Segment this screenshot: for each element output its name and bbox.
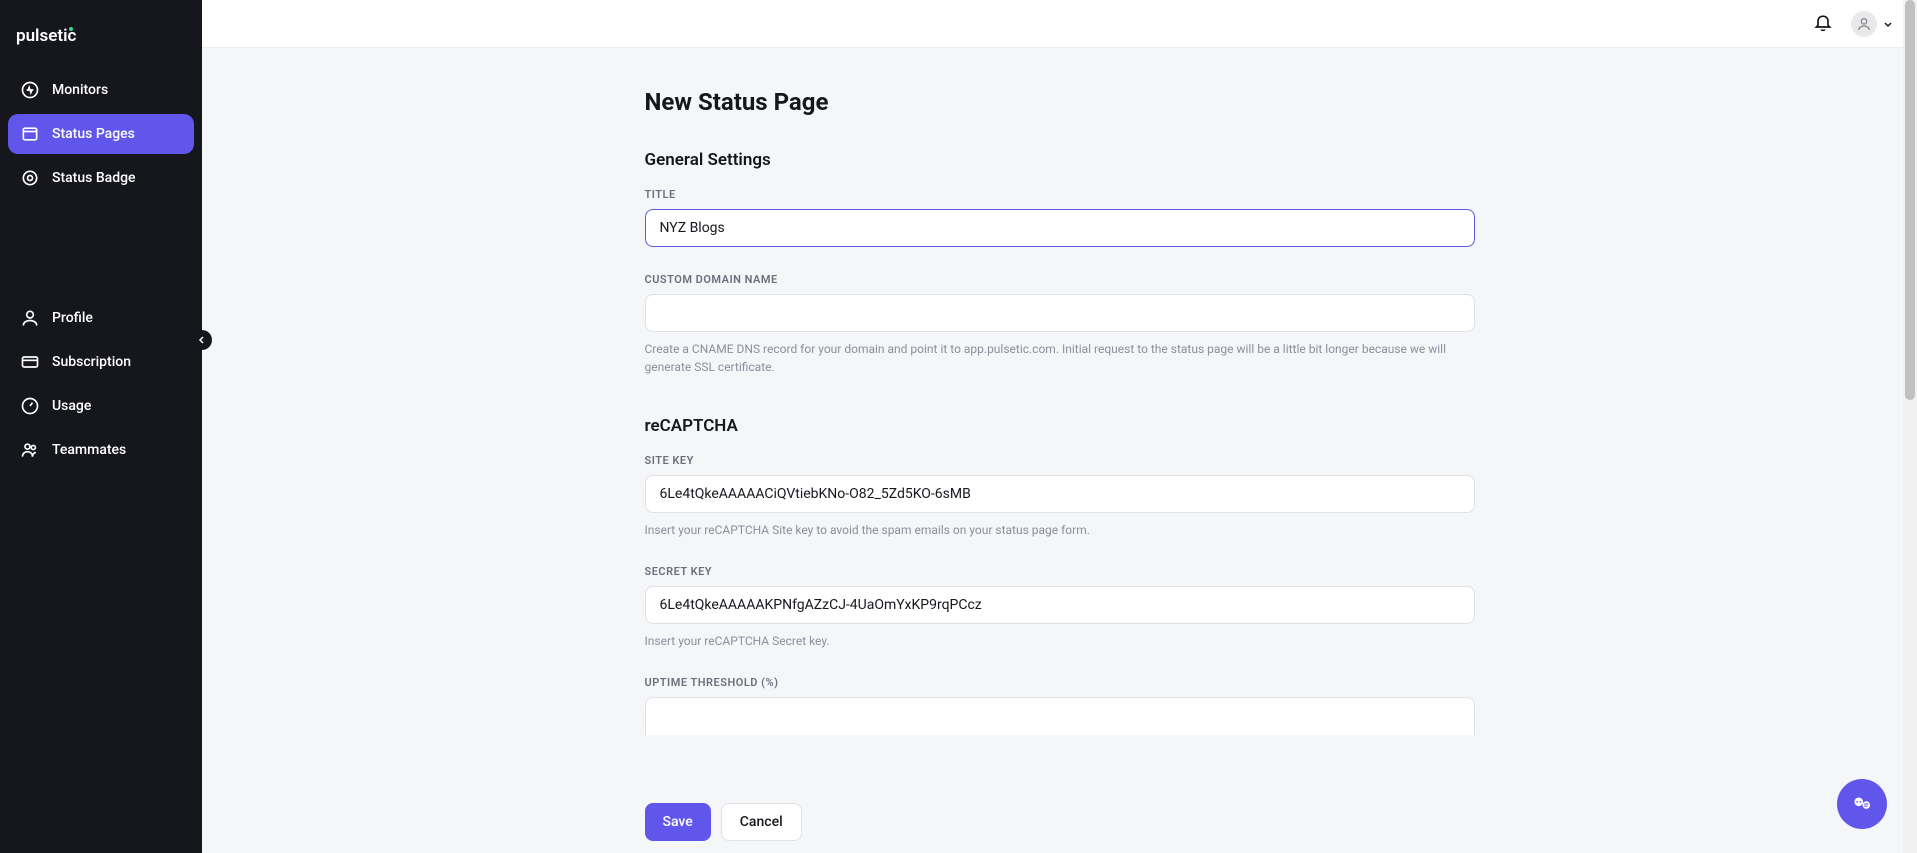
sidebar-item-label: Teammates bbox=[52, 442, 126, 458]
title-label: TITLE bbox=[645, 188, 1475, 201]
sidebar-item-label: Monitors bbox=[52, 82, 108, 98]
sidebar-secondary-group: Profile Subscription Usage Teammates bbox=[8, 298, 194, 470]
site-key-input[interactable] bbox=[645, 475, 1475, 513]
uptime-threshold-label: UPTIME THRESHOLD (%) bbox=[645, 676, 1475, 689]
user-menu[interactable] bbox=[1851, 11, 1893, 37]
custom-domain-input[interactable] bbox=[645, 294, 1475, 332]
notifications-icon[interactable] bbox=[1813, 12, 1833, 36]
card-icon bbox=[20, 352, 40, 372]
chat-icon bbox=[1849, 791, 1875, 817]
sidebar-item-profile[interactable]: Profile bbox=[8, 298, 194, 338]
sidebar-item-label: Status Pages bbox=[52, 126, 135, 142]
sidebar-item-label: Status Badge bbox=[52, 170, 136, 186]
gauge-icon bbox=[20, 396, 40, 416]
chevron-left-icon bbox=[197, 335, 207, 345]
sidebar-item-status-pages[interactable]: Status Pages bbox=[8, 114, 194, 154]
chat-widget-button[interactable] bbox=[1837, 779, 1887, 829]
users-icon bbox=[20, 440, 40, 460]
sidebar-collapse-toggle[interactable] bbox=[192, 330, 212, 350]
user-icon bbox=[20, 308, 40, 328]
site-key-label: SITE KEY bbox=[645, 454, 1475, 467]
sidebar-item-teammates[interactable]: Teammates bbox=[8, 430, 194, 470]
sidebar-item-subscription[interactable]: Subscription bbox=[8, 342, 194, 382]
sidebar-item-label: Usage bbox=[52, 398, 91, 414]
brand-logo[interactable]: pulsetic bbox=[8, 16, 194, 70]
custom-domain-help-text: Create a CNAME DNS record for your domai… bbox=[645, 340, 1475, 376]
monitor-pulse-icon bbox=[20, 80, 40, 100]
page-title: New Status Page bbox=[645, 88, 1475, 116]
chevron-down-icon bbox=[1883, 19, 1893, 29]
section-recaptcha: reCAPTCHA bbox=[645, 416, 1475, 436]
uptime-threshold-input[interactable] bbox=[645, 697, 1475, 735]
secret-key-label: SECRET KEY bbox=[645, 565, 1475, 578]
header bbox=[202, 0, 1917, 48]
title-input[interactable] bbox=[645, 209, 1475, 247]
scrollbar-thumb[interactable] bbox=[1905, 0, 1915, 400]
sidebar-item-usage[interactable]: Usage bbox=[8, 386, 194, 426]
sidebar-item-label: Profile bbox=[52, 310, 93, 326]
main-content: New Status Page General Settings TITLE C… bbox=[202, 48, 1917, 853]
cancel-button[interactable]: Cancel bbox=[721, 803, 802, 841]
badge-icon bbox=[20, 168, 40, 188]
save-button[interactable]: Save bbox=[645, 803, 711, 841]
window-icon bbox=[20, 124, 40, 144]
custom-domain-label: CUSTOM DOMAIN NAME bbox=[645, 273, 1475, 286]
footer-actions: Save Cancel bbox=[202, 791, 1917, 853]
sidebar-item-label: Subscription bbox=[52, 354, 131, 370]
sidebar-item-status-badge[interactable]: Status Badge bbox=[8, 158, 194, 198]
sidebar: pulsetic Monitors Status Pages Status Ba… bbox=[0, 0, 202, 853]
sidebar-item-monitors[interactable]: Monitors bbox=[8, 70, 194, 110]
secret-key-help-text: Insert your reCAPTCHA Secret key. bbox=[645, 632, 1475, 650]
brand-text: pulsetic bbox=[16, 26, 76, 46]
avatar bbox=[1851, 11, 1877, 37]
scrollbar[interactable] bbox=[1903, 0, 1917, 853]
sidebar-primary-group: Monitors Status Pages Status Badge bbox=[8, 70, 194, 198]
secret-key-input[interactable] bbox=[645, 586, 1475, 624]
site-key-help-text: Insert your reCAPTCHA Site key to avoid … bbox=[645, 521, 1475, 539]
section-general-settings: General Settings bbox=[645, 150, 1475, 170]
